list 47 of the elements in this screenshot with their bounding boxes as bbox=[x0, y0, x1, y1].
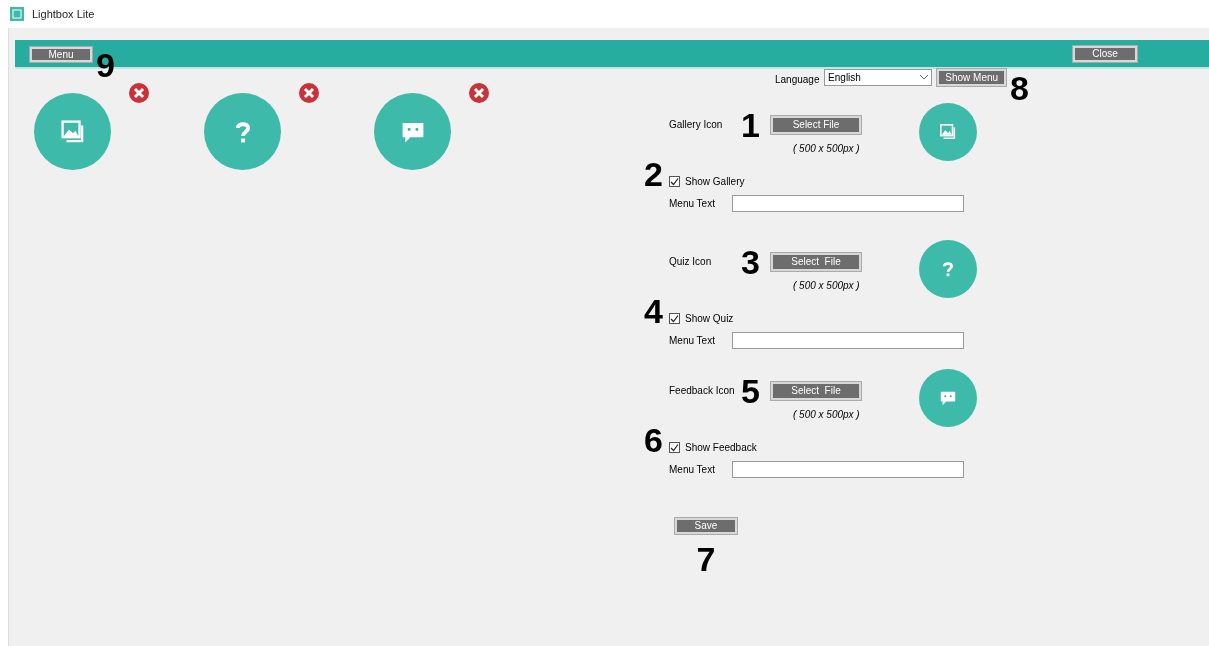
callout-number: 8 bbox=[1010, 71, 1029, 105]
size-hint: ( 500 x 500px ) bbox=[793, 141, 861, 156]
language-dropdown[interactable]: English bbox=[824, 69, 933, 86]
image-icon bbox=[59, 118, 86, 145]
icon-label: Gallery Icon bbox=[669, 118, 724, 132]
checkbox[interactable] bbox=[669, 313, 680, 324]
checkmark-icon bbox=[670, 177, 679, 186]
size-hint: ( 500 x 500px ) bbox=[793, 278, 861, 293]
callout-number: 2 bbox=[643, 157, 664, 191]
checkbox[interactable] bbox=[669, 176, 680, 187]
menu-button[interactable]: Menu bbox=[30, 47, 92, 62]
select-file-button[interactable]: Select File bbox=[771, 381, 861, 400]
checkmark-icon bbox=[670, 314, 679, 323]
remove-icon[interactable] bbox=[129, 83, 149, 103]
speech-bubble-icon bbox=[939, 389, 957, 407]
icon-label: Feedback Icon bbox=[669, 384, 736, 398]
callout-number: 4 bbox=[643, 294, 664, 328]
callout-number: 7 bbox=[696, 542, 716, 576]
menu-text-field[interactable] bbox=[732, 332, 964, 349]
icon-label: Quiz Icon bbox=[669, 255, 713, 269]
image-icon bbox=[939, 123, 957, 141]
checkbox-label: Show Feedback bbox=[685, 441, 757, 455]
save-button[interactable]: Save bbox=[675, 518, 737, 534]
checkbox-label: Show Quiz bbox=[685, 312, 734, 326]
checkmark-icon bbox=[670, 443, 679, 452]
menu-text-field[interactable] bbox=[732, 195, 964, 212]
size-hint: ( 500 x 500px ) bbox=[793, 407, 861, 422]
language-label: Language bbox=[775, 73, 821, 87]
menu-text-label: Menu Text bbox=[669, 463, 716, 477]
callout-number: 1 bbox=[741, 107, 761, 142]
checkbox[interactable] bbox=[669, 442, 680, 453]
remove-icon[interactable] bbox=[299, 83, 319, 103]
menu-text-field[interactable] bbox=[732, 461, 964, 478]
select-file-button[interactable]: Select File bbox=[771, 115, 861, 134]
checkbox-label: Show Gallery bbox=[685, 175, 745, 189]
select-file-button[interactable]: Select File bbox=[771, 252, 861, 271]
window-title: Lightbox Lite bbox=[32, 6, 95, 22]
remove-icon[interactable] bbox=[469, 83, 489, 103]
close-button[interactable]: Close bbox=[1073, 45, 1137, 62]
menu-text-label: Menu Text bbox=[669, 334, 716, 348]
callout-number: 3 bbox=[741, 244, 761, 279]
chevron-down-icon bbox=[920, 75, 929, 80]
app-icon bbox=[10, 7, 24, 21]
show-menu-button[interactable]: Show Menu bbox=[937, 69, 1007, 86]
menu-text-label: Menu Text bbox=[669, 197, 716, 211]
callout-number: 5 bbox=[741, 373, 761, 408]
callout-number: 6 bbox=[643, 423, 664, 457]
